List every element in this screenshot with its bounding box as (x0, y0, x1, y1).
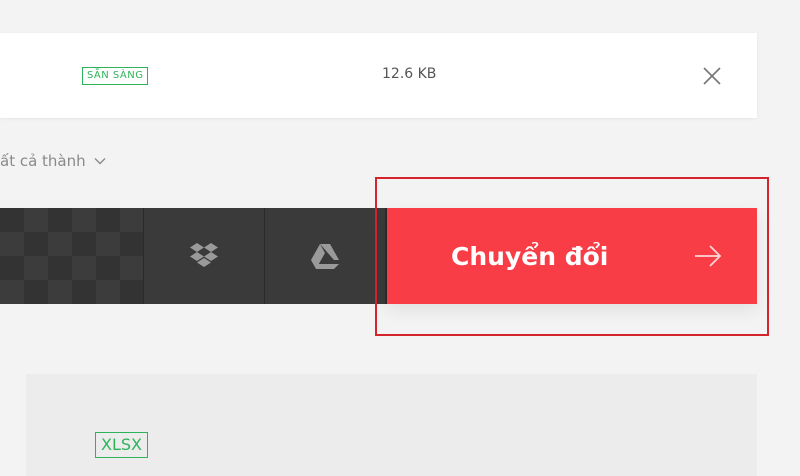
file-row-card: SẴN SÀNG 12.6 KB (0, 33, 757, 118)
status-badge: SẴN SÀNG (82, 67, 149, 85)
next-file-card (26, 374, 757, 476)
google-drive-button[interactable] (264, 208, 385, 304)
close-icon[interactable] (700, 64, 724, 88)
convert-all-dropdown[interactable]: ất cả thành (0, 152, 106, 170)
convert-button[interactable]: Chuyển đổi (387, 208, 757, 304)
format-badge: XLSX (95, 432, 148, 458)
convert-button-label: Chuyển đổi (451, 241, 609, 271)
chevron-down-icon (94, 158, 106, 165)
upload-toolbar: Chuyển đổi (0, 208, 757, 304)
google-drive-icon (311, 244, 339, 269)
convert-all-label: ất cả thành (0, 152, 86, 170)
dropbox-icon (190, 243, 218, 267)
file-size: 12.6 KB (382, 66, 437, 82)
dropbox-button[interactable] (143, 208, 264, 304)
device-source-button[interactable] (0, 208, 143, 304)
arrow-right-icon (695, 245, 722, 267)
